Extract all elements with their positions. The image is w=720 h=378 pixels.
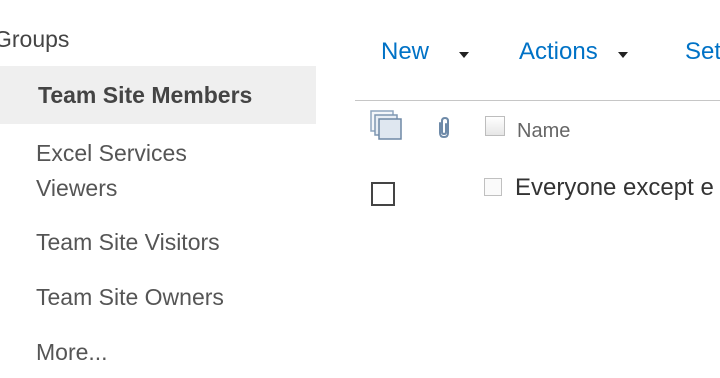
table-row: Everyone except e: [355, 168, 720, 218]
nav-item-label: More...: [36, 339, 108, 365]
header-name-checkbox[interactable]: [485, 116, 505, 136]
groups-nav: Groups Team Site Members Excel Services …: [0, 0, 316, 378]
toolbar-divider: [355, 100, 720, 101]
group-list-panel: New Actions Set Name Everyone except e: [355, 0, 720, 378]
attachment-icon: [434, 116, 454, 140]
nav-item-team-site-owners[interactable]: Team Site Owners: [0, 280, 316, 315]
nav-item-label: Team Site Members: [38, 82, 253, 108]
row-name-link[interactable]: Everyone except e: [515, 174, 714, 202]
actions-button[interactable]: Actions: [519, 38, 598, 66]
row-select-checkbox[interactable]: [371, 182, 395, 206]
settings-button[interactable]: Set: [685, 38, 720, 66]
nav-item-label: Team Site Owners: [36, 284, 224, 310]
nav-item-label: Excel Services Viewers: [36, 140, 187, 201]
nav-item-team-site-visitors[interactable]: Team Site Visitors: [0, 225, 316, 260]
groups-heading[interactable]: Groups: [0, 26, 69, 53]
column-header-name[interactable]: Name: [517, 120, 570, 143]
nav-item-more[interactable]: More...: [0, 335, 316, 370]
select-all-icon[interactable]: [370, 110, 404, 142]
nav-item-team-site-members[interactable]: Team Site Members: [0, 66, 316, 124]
actions-dropdown-caret-icon[interactable]: [618, 52, 628, 58]
nav-item-excel-services-viewers[interactable]: Excel Services Viewers: [0, 136, 316, 206]
new-button[interactable]: New: [381, 38, 429, 66]
people-and-groups-page: Groups Team Site Members Excel Services …: [0, 0, 720, 378]
nav-item-label: Team Site Visitors: [36, 229, 220, 255]
row-item-checkbox[interactable]: [484, 178, 502, 196]
new-dropdown-caret-icon[interactable]: [459, 52, 469, 58]
